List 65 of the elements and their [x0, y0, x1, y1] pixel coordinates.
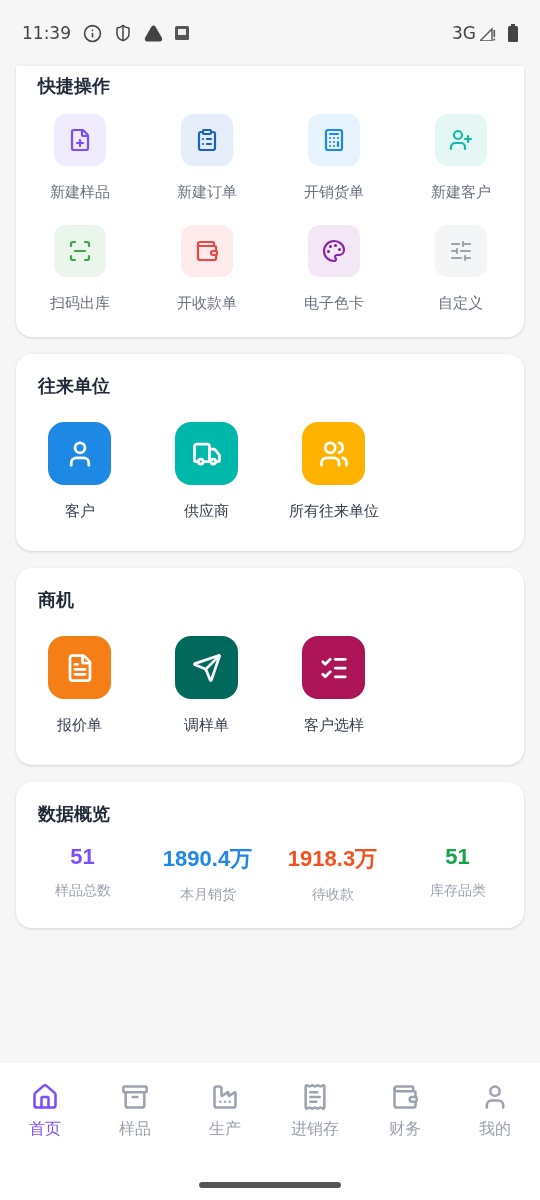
- sliders-icon: [448, 239, 473, 263]
- shield-icon: [114, 24, 132, 42]
- section-title: 快捷操作: [36, 74, 111, 98]
- palette-icon: [321, 239, 346, 263]
- receipt-icon: [301, 1083, 329, 1111]
- info-icon: [83, 23, 102, 43]
- home-icon: [31, 1083, 59, 1111]
- send-icon: [191, 652, 222, 683]
- signal-icon: [480, 25, 496, 41]
- nav-tab[interactable]: 我的: [450, 1083, 540, 1140]
- scan-icon: [67, 239, 92, 263]
- nav-tab[interactable]: 进销存: [270, 1083, 360, 1140]
- wallet-icon: [194, 239, 219, 263]
- stat-value: 1890.4万: [162, 845, 253, 873]
- clock-time: 11:39: [22, 23, 71, 43]
- users-icon: [318, 438, 349, 469]
- section-title: 往来单位: [36, 374, 111, 398]
- action-tile[interactable]: [307, 114, 360, 166]
- action-tile[interactable]: [53, 225, 106, 277]
- user-plus-icon: [448, 128, 473, 152]
- action-label: 所有往来单位: [288, 502, 379, 521]
- action-tile[interactable]: [302, 422, 365, 485]
- action-label: 开销货单: [303, 183, 364, 202]
- action-tile[interactable]: [53, 114, 106, 166]
- factory-icon: [211, 1083, 239, 1111]
- section-title: 商机: [37, 588, 75, 612]
- action-label: 新建样品: [49, 183, 110, 202]
- battery-icon: [508, 24, 518, 42]
- warning-icon: [144, 23, 163, 43]
- action-label: 客户: [64, 502, 95, 521]
- action-label: 扫码出库: [49, 294, 110, 313]
- action-label: 自定义: [438, 294, 483, 313]
- action-tile[interactable]: [302, 636, 365, 699]
- stat-label: 样品总数: [54, 882, 111, 900]
- action-label: 客户选样: [303, 716, 364, 735]
- action-label: 新建订单: [176, 183, 237, 202]
- action-tile[interactable]: [434, 225, 487, 277]
- nav-tab[interactable]: 生产: [180, 1083, 270, 1140]
- action-label: 电子色卡: [303, 294, 364, 313]
- action-label: 开收款单: [176, 294, 237, 313]
- action-tile[interactable]: [48, 422, 111, 485]
- stat-label: 库存品类: [429, 882, 486, 900]
- action-tile[interactable]: [307, 225, 360, 277]
- network-type: 3G: [452, 23, 476, 43]
- stat-value: 1918.3万: [287, 845, 378, 873]
- action-tile[interactable]: [180, 225, 233, 277]
- action-tile[interactable]: [175, 636, 238, 699]
- stat-value: 51: [445, 844, 470, 870]
- action-tile[interactable]: [434, 114, 487, 166]
- action-label: 报价单: [57, 716, 102, 735]
- section-title: 数据概览: [37, 802, 111, 826]
- action-tile[interactable]: [48, 636, 111, 699]
- action-label: 供应商: [184, 502, 229, 521]
- action-label: 新建客户: [430, 183, 491, 202]
- action-tile[interactable]: [175, 422, 238, 485]
- action-label: 调样单: [184, 716, 229, 735]
- nav-tab[interactable]: 财务: [360, 1083, 450, 1140]
- stat-label: 待收款: [311, 886, 354, 904]
- action-tile[interactable]: [180, 114, 233, 166]
- wallet-icon: [391, 1083, 419, 1111]
- nav-tab[interactable]: 样品: [90, 1083, 180, 1140]
- stat-label: 本月销货: [179, 886, 236, 904]
- archive-icon: [121, 1083, 149, 1111]
- nav-tab[interactable]: 首页: [0, 1083, 90, 1140]
- stat-value: 51: [70, 844, 95, 870]
